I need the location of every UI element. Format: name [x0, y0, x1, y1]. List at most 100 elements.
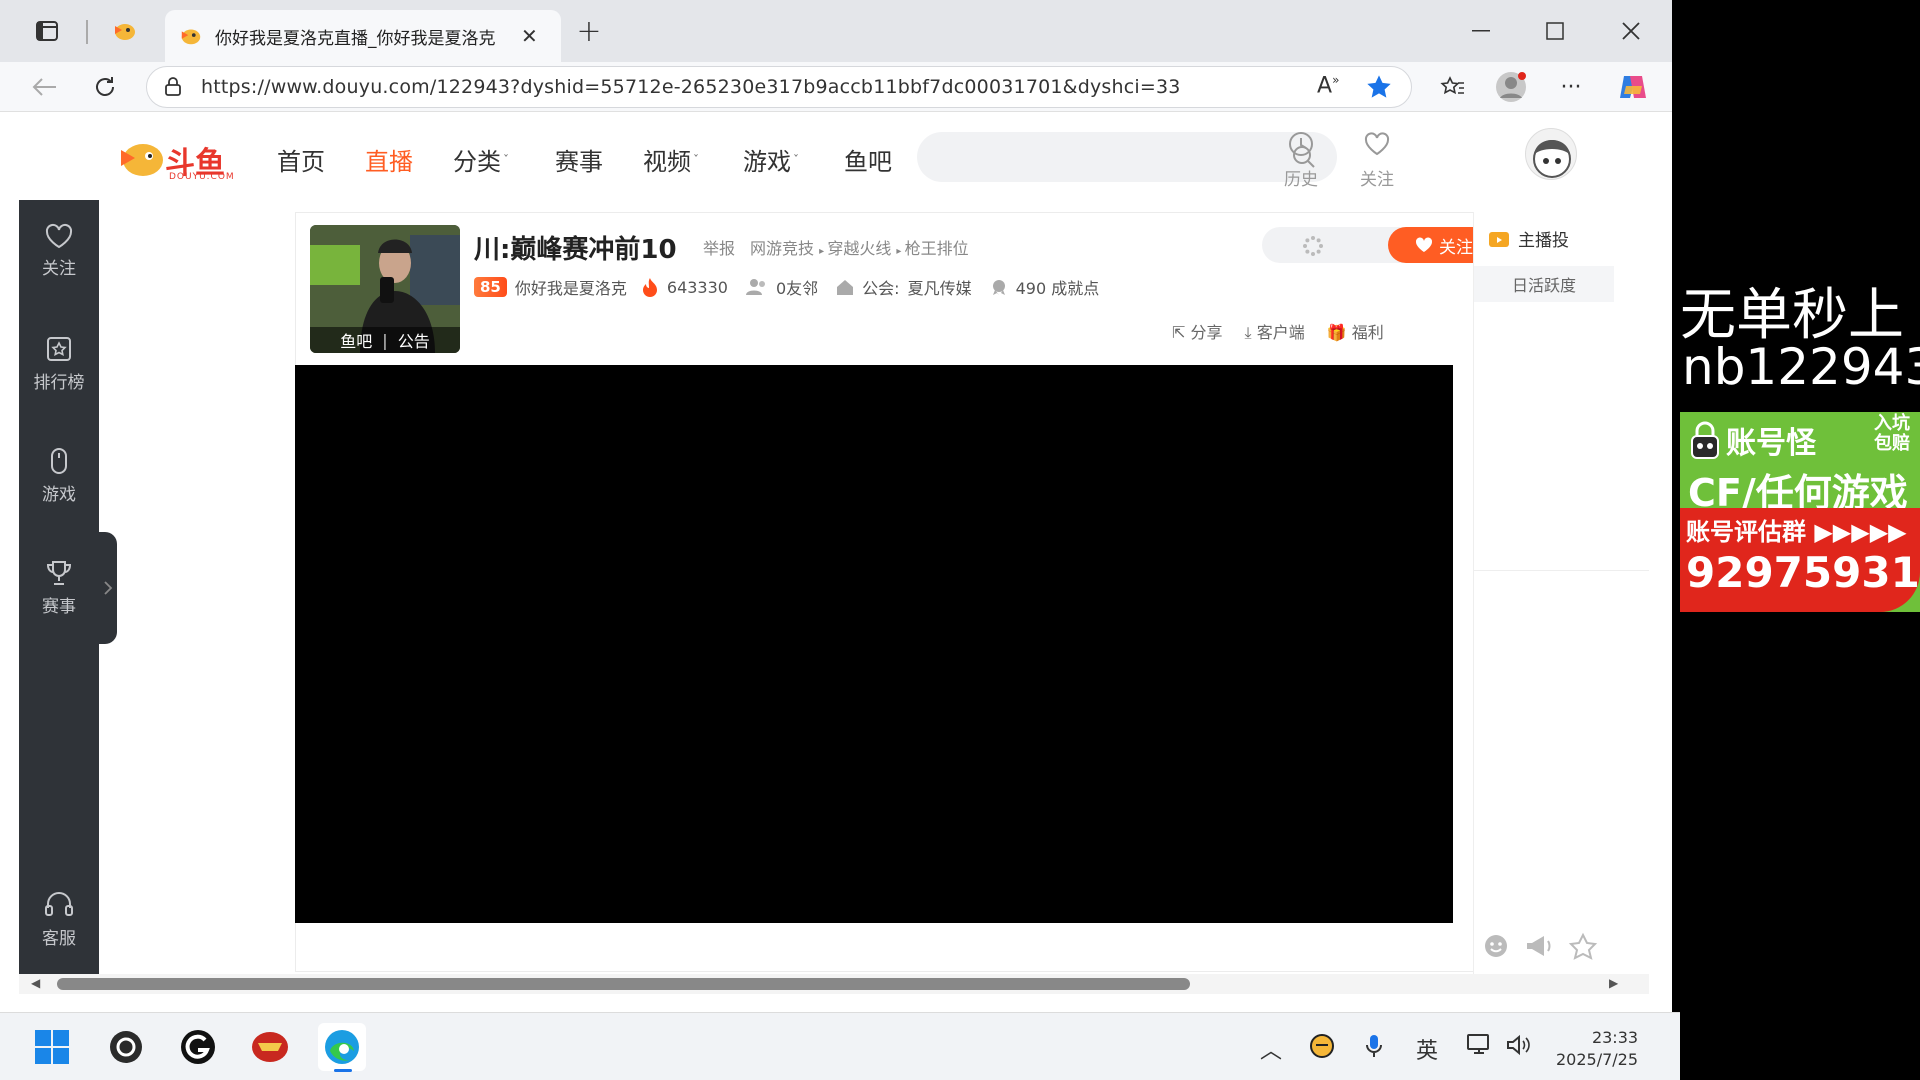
follow-header-label: 关注	[1360, 170, 1394, 190]
network-icon[interactable]	[1466, 1033, 1494, 1063]
volume-icon[interactable]	[1506, 1033, 1532, 1063]
sidebar-item-label: 关注	[42, 259, 76, 279]
friends-count: 0友邻	[775, 279, 819, 298]
taskbar-app-g-icon[interactable]	[174, 1023, 222, 1071]
room-actions: ⇱ 分享 ⤓ 客户端 🎁 福利	[1172, 319, 1384, 343]
user-avatar[interactable]	[1525, 128, 1577, 180]
sidebar-item-label: 赛事	[42, 597, 76, 617]
browser-window: 你好我是夏洛克直播_你好我是夏洛克 ✕ + https://www.douyu.…	[0, 0, 1672, 1012]
history-button[interactable]: 历史	[1271, 130, 1331, 190]
sidebar-item-events[interactable]: 赛事	[19, 558, 99, 617]
ranking-icon	[47, 337, 71, 361]
scroll-left-icon[interactable]: ◀	[31, 976, 40, 990]
emoji-icon[interactable]	[1482, 932, 1510, 960]
follow-button-label: 关注	[1439, 237, 1473, 258]
sidebar-item-follow[interactable]: 关注	[19, 222, 99, 279]
guild-label: 公会:	[862, 279, 900, 298]
horizontal-scrollbar[interactable]: ◀ ▶	[19, 974, 1649, 994]
copilot-icon[interactable]	[1616, 70, 1650, 104]
video-player[interactable]	[295, 365, 1453, 923]
more-options-icon[interactable]: ···	[1554, 70, 1588, 104]
nav-category[interactable]: 分类 ˇ	[453, 142, 509, 177]
breadcrumb-item[interactable]: 网游竞技	[750, 239, 814, 258]
history-label: 历史	[1284, 170, 1318, 190]
nav-video[interactable]: 视频 ˇ	[643, 142, 699, 177]
chevron-down-icon: ˇ	[793, 153, 799, 167]
guild-name[interactable]: 夏凡传媒	[908, 275, 972, 299]
ime-language-indicator[interactable]: 英	[1416, 1033, 1438, 1065]
follow-header-button[interactable]: 关注	[1347, 130, 1407, 190]
sidebar-expand-button[interactable]	[99, 532, 117, 644]
thumb-tab-fishbar[interactable]: 鱼吧	[340, 328, 372, 352]
maximize-icon[interactable]	[1538, 14, 1572, 48]
trophy-icon	[46, 561, 72, 585]
back-icon[interactable]	[28, 70, 62, 104]
favorite-star-icon[interactable]	[1365, 73, 1393, 105]
refresh-icon[interactable]	[88, 70, 122, 104]
download-icon: ⤓	[1244, 323, 1252, 342]
share-icon: ⇱	[1172, 323, 1186, 342]
pinned-tab-douyu-icon[interactable]	[108, 14, 142, 48]
welfare-button[interactable]: 🎁 福利	[1327, 319, 1384, 343]
gift-icon: 🎁	[1326, 323, 1347, 342]
favorites-list-icon[interactable]	[1436, 70, 1470, 104]
breadcrumb-arrow-icon: ▸	[896, 246, 905, 257]
nav-fishbar[interactable]: 鱼吧	[844, 142, 892, 177]
close-window-icon[interactable]	[1614, 14, 1648, 48]
nav-events[interactable]: 赛事	[555, 142, 603, 177]
streamer-name[interactable]: 你好我是夏洛克	[515, 275, 627, 299]
show-hidden-icons-chevron-icon[interactable]: ︿	[1260, 1033, 1282, 1065]
nav-home[interactable]: 首页	[277, 142, 325, 177]
scroll-right-icon[interactable]: ▶	[1609, 976, 1618, 990]
headset-icon	[45, 892, 73, 916]
fan-badge-icon[interactable]	[1568, 932, 1598, 960]
new-tab-icon[interactable]: +	[572, 14, 606, 49]
horizontal-scroll-thumb[interactable]	[57, 978, 1190, 990]
panel-divider	[1474, 570, 1649, 571]
read-aloud-icon[interactable]: A»	[1317, 73, 1339, 98]
thumb-tab-divider: |	[382, 330, 388, 350]
nav-games[interactable]: 游戏 ˇ	[743, 142, 799, 177]
url-bar[interactable]: https://www.douyu.com/122943?dyshid=5571…	[146, 66, 1412, 108]
streamer-thumbnail[interactable]: 鱼吧 | 公告	[310, 225, 460, 353]
microphone-icon[interactable]	[1364, 1033, 1384, 1065]
sidebar-toggle-icon[interactable]	[30, 14, 64, 48]
tab-active[interactable]: 你好我是夏洛克直播_你好我是夏洛克 ✕	[165, 10, 561, 62]
megaphone-icon[interactable]	[1524, 932, 1554, 960]
sidebar-item-ranking[interactable]: 排行榜	[19, 334, 99, 393]
taskbar-app-edge-icon[interactable]	[318, 1023, 366, 1072]
address-bar-row: https://www.douyu.com/122943?dyshid=5571…	[0, 62, 1672, 112]
taskbar-app-cf-icon[interactable]	[246, 1023, 294, 1071]
nav-live[interactable]: 直播	[365, 142, 413, 177]
minimize-icon[interactable]	[1464, 14, 1498, 48]
share-button[interactable]: ⇱ 分享	[1172, 319, 1223, 343]
mouse-icon	[51, 448, 67, 474]
profile-avatar-icon[interactable]	[1494, 70, 1528, 104]
tab-daily-activity[interactable]: 日活跃度	[1474, 266, 1614, 302]
url-text: https://www.douyu.com/122943?dyshid=5571…	[201, 76, 1181, 98]
system-clock[interactable]: 23:33 2025/7/25	[1556, 1027, 1638, 1071]
taskbar-app-camera-icon[interactable]	[102, 1023, 150, 1071]
sidebar-item-label: 排行榜	[33, 373, 85, 393]
breadcrumb-item[interactable]: 穿越火线	[827, 239, 891, 258]
start-windows-icon[interactable]	[28, 1023, 76, 1071]
ad-corner-text: 入坑包赔	[1874, 413, 1910, 454]
thumb-tab-notice[interactable]: 公告	[398, 328, 430, 352]
tab-close-icon[interactable]: ✕	[521, 24, 538, 48]
level-badge: 85	[474, 277, 507, 297]
tray-app-icon[interactable]	[1308, 1033, 1336, 1065]
sidebar-item-games[interactable]: 游戏	[19, 446, 99, 505]
client-button[interactable]: ⤓ 客户端	[1245, 319, 1305, 343]
streamer-vote-label: 主播投	[1518, 231, 1569, 251]
tab-divider	[86, 20, 88, 44]
report-link[interactable]: 举报	[703, 235, 735, 259]
clock-icon	[1289, 132, 1313, 156]
douyu-favicon-icon	[181, 29, 201, 45]
site-info-lock-icon[interactable]	[163, 77, 183, 101]
sidebar-service-label: 客服	[42, 929, 76, 949]
streamer-vote-header[interactable]: 主播投	[1488, 226, 1569, 251]
douyu-logo[interactable]: 斗鱼 DOUYU.COM	[119, 136, 269, 184]
sidebar-item-service[interactable]: 客服	[19, 890, 99, 949]
breadcrumb-item[interactable]: 枪王排位	[905, 239, 969, 258]
ad-qq-number: 929759317	[1686, 548, 1920, 597]
